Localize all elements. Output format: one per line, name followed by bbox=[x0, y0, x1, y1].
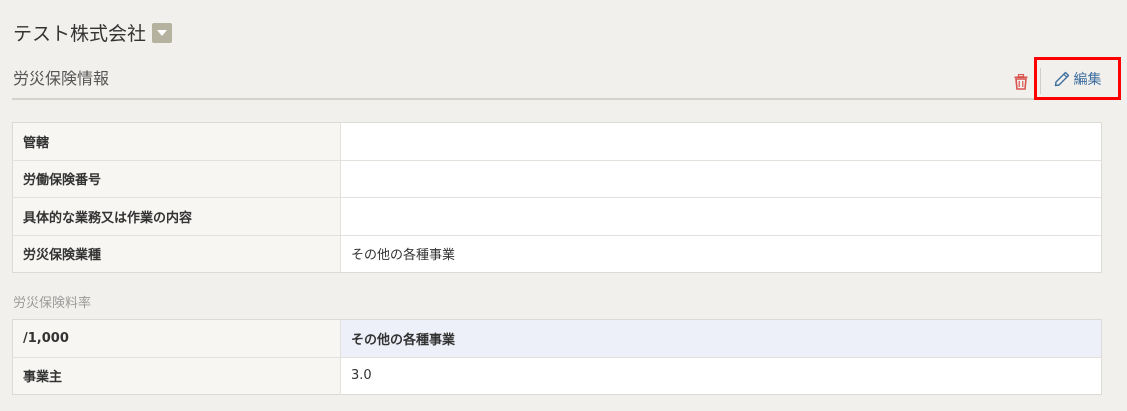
rate-caption: 労災保険料率 bbox=[13, 296, 92, 311]
header-value: その他の各種事業 bbox=[340, 319, 1102, 358]
company-header: テスト株式会社 bbox=[13, 18, 173, 46]
row-label: 管轄 bbox=[12, 122, 341, 161]
row-label: 具体的な業務又は作業の内容 bbox=[12, 197, 341, 236]
header-label: /1,000 bbox=[12, 319, 341, 358]
table-row: 労災保険業種 その他の各種事業 bbox=[12, 235, 1102, 273]
insurance-rate-table: /1,000 その他の各種事業 事業主 3.0 bbox=[12, 319, 1102, 395]
row-label: 労災保険業種 bbox=[12, 235, 341, 273]
section-divider bbox=[12, 98, 1102, 100]
row-value: 3.0 bbox=[351, 368, 372, 384]
caret-down-icon bbox=[157, 30, 168, 36]
table-row: 労働保険番号 bbox=[12, 160, 1102, 198]
row-value bbox=[340, 197, 1102, 236]
insurance-info-table: 管轄 労働保険番号 具体的な業務又は作業の内容 労災保険業種 その他の各種事業 bbox=[12, 122, 1102, 273]
company-dropdown-button[interactable] bbox=[152, 23, 173, 43]
row-value bbox=[340, 122, 1102, 161]
table-row: 具体的な業務又は作業の内容 bbox=[12, 197, 1102, 236]
row-value bbox=[340, 160, 1102, 198]
row-label: 事業主 bbox=[12, 357, 341, 395]
table-header-row: /1,000 その他の各種事業 bbox=[12, 319, 1102, 358]
edit-button-label: 編集 bbox=[1073, 71, 1102, 88]
delete-button[interactable] bbox=[1011, 72, 1031, 92]
table-row: 管轄 bbox=[12, 122, 1102, 161]
edit-button[interactable]: 編集 bbox=[1034, 57, 1121, 100]
company-name: テスト株式会社 bbox=[13, 22, 147, 45]
row-label: 労働保険番号 bbox=[12, 160, 341, 198]
table-row: 事業主 3.0 bbox=[12, 357, 1102, 395]
pencil-icon bbox=[1054, 71, 1070, 87]
page: テスト株式会社 労災保険情報 編集 管轄 労働保険番号 具体的な業務又は作業の内… bbox=[0, 0, 1127, 411]
section-title: 労災保険情報 bbox=[13, 69, 110, 88]
row-value: その他の各種事業 bbox=[351, 248, 456, 264]
trash-icon bbox=[1014, 74, 1028, 90]
